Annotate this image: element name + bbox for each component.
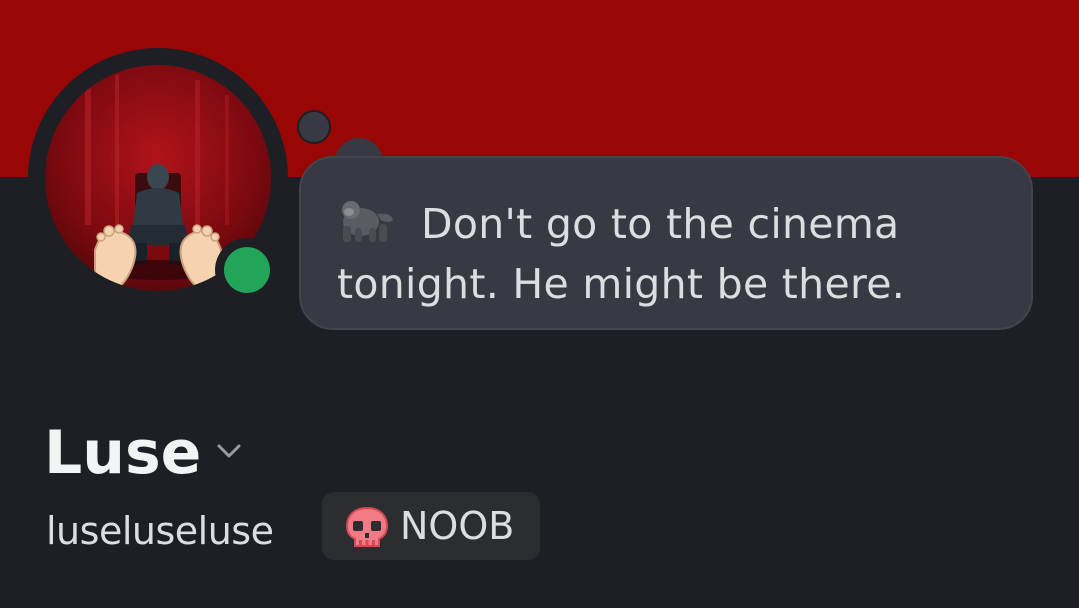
server-tag-badge[interactable]: NOOB (322, 492, 540, 560)
display-name: Luse (44, 418, 202, 488)
status-line-1: Don't go to the cinema (337, 194, 991, 254)
skull-icon (345, 506, 389, 547)
profile-card: Don't go to the cinema tonight. He might… (0, 0, 1079, 608)
custom-status-bubble[interactable]: Don't go to the cinema tonight. He might… (299, 156, 1033, 330)
status-text-line-1: Don't go to the cinema (421, 200, 900, 248)
chevron-down-icon[interactable] (212, 436, 246, 466)
tag-label: NOOB (400, 504, 515, 548)
gorilla-icon (342, 201, 393, 242)
status-text-line-2: tonight. He might be there. (337, 260, 906, 308)
thought-bubble-dot (297, 110, 331, 144)
online-status-icon (224, 247, 270, 293)
username[interactable]: luseluseluse (46, 506, 274, 556)
